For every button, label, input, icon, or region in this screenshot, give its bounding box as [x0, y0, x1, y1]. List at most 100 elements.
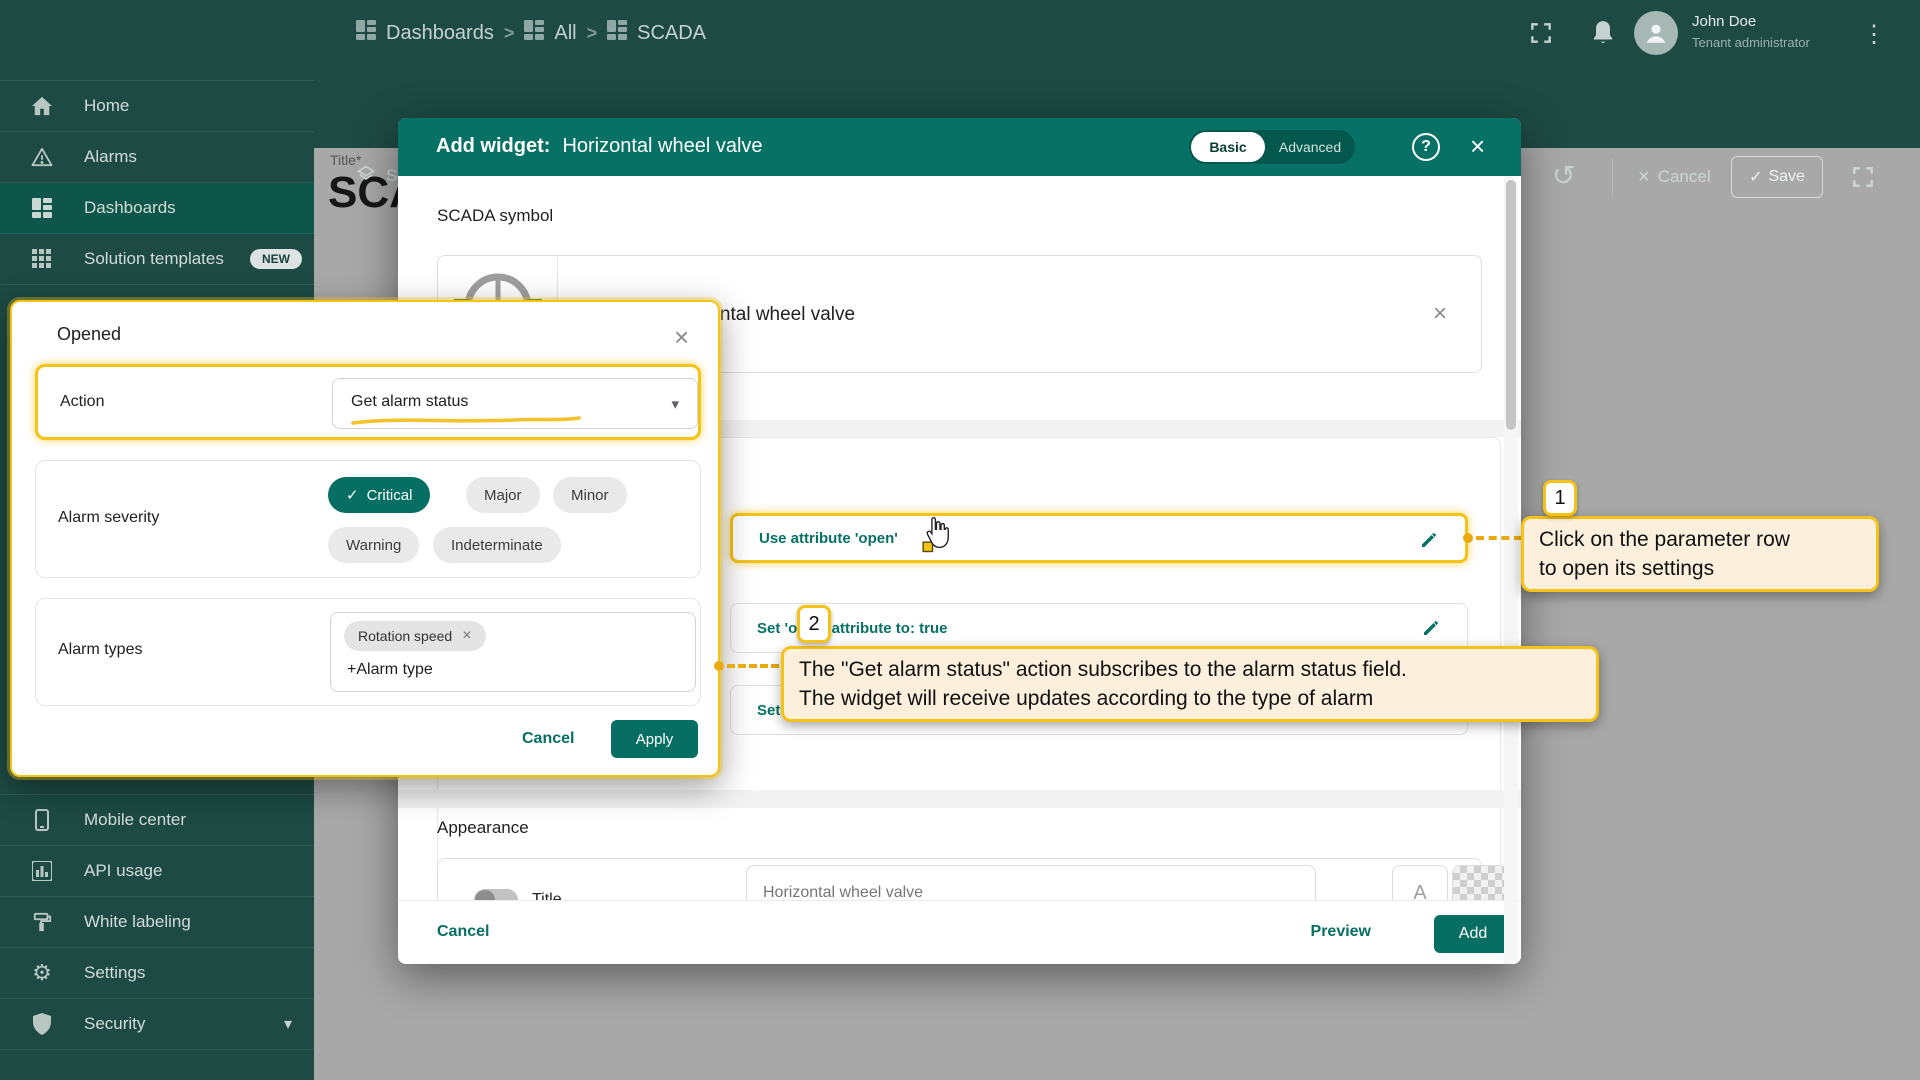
- severity-chip-major[interactable]: Major: [466, 477, 540, 513]
- fullscreen-icon[interactable]: [1528, 20, 1554, 51]
- tooltip-step-1: Click on the parameter row to open its s…: [1521, 516, 1879, 592]
- notifications-bell-icon[interactable]: [1590, 19, 1616, 52]
- home-icon: [0, 96, 84, 116]
- sidebar-item-security[interactable]: Security ▾: [0, 999, 314, 1050]
- modal-widget-name: Horizontal wheel valve: [562, 135, 762, 158]
- sidebar-item-white-labeling[interactable]: White labeling: [0, 897, 314, 948]
- sidebar-item-label: Dashboards: [84, 198, 176, 218]
- connector-dot-1: [1463, 533, 1473, 543]
- sidebar-item-label: Home: [84, 96, 129, 116]
- modal-cancel-button[interactable]: Cancel: [437, 923, 489, 941]
- section-divider-band-2: [398, 790, 1521, 808]
- connector-dash-1: [1476, 536, 1522, 540]
- param-row-label: Use attribute 'open': [759, 530, 898, 547]
- action-value: Get alarm status: [351, 393, 468, 411]
- modal-header: Add widget: Horizontal wheel valve Basic…: [398, 118, 1521, 176]
- alarm-type-chip[interactable]: Rotation speed ×: [344, 621, 486, 651]
- save-button[interactable]: ✓ Save: [1731, 156, 1823, 198]
- severity-chip-warning[interactable]: Warning: [328, 527, 419, 563]
- sidebar-item-api-usage[interactable]: API usage: [0, 846, 314, 897]
- toolbar-fullscreen-icon[interactable]: [1850, 164, 1876, 195]
- remove-chip-icon[interactable]: ×: [462, 627, 471, 645]
- alarm-types-input[interactable]: Rotation speed × +Alarm type: [330, 612, 696, 692]
- sidebar-item-solution-templates[interactable]: Solution templates NEW: [0, 234, 314, 285]
- step-2-badge: 2: [797, 605, 831, 643]
- new-badge: NEW: [250, 249, 302, 269]
- sidebar-item-label: Settings: [84, 963, 145, 983]
- chip-label: Major: [484, 487, 522, 504]
- sidebar-item-label: Alarms: [84, 147, 137, 167]
- settings-gear-icon: ⚙: [0, 960, 84, 986]
- solution-templates-icon: [0, 249, 84, 269]
- remove-symbol-icon[interactable]: ×: [1433, 300, 1447, 328]
- chip-label: Critical: [367, 487, 413, 504]
- breadcrumb-scada[interactable]: SCADA: [637, 22, 706, 45]
- toggle-advanced[interactable]: Advanced: [1267, 130, 1353, 164]
- breadcrumb-separator: >: [504, 23, 515, 44]
- kebab-menu-icon[interactable]: ⋮: [1862, 20, 1886, 49]
- sidebar-item-label: API usage: [84, 861, 162, 881]
- apply-button[interactable]: Apply: [611, 720, 698, 758]
- alarm-severity-label: Alarm severity: [58, 509, 159, 527]
- severity-chip-critical[interactable]: ✓ Critical: [328, 477, 430, 513]
- dialog-cancel-button[interactable]: Cancel: [522, 730, 574, 748]
- sidebar-item-dashboards[interactable]: Dashboards: [0, 183, 314, 234]
- toggle-basic[interactable]: Basic: [1191, 132, 1265, 162]
- tooltip-line: The widget will receive updates accordin…: [799, 684, 1581, 713]
- breadcrumb-dashboards[interactable]: Dashboards: [386, 22, 494, 45]
- modal-close-icon[interactable]: ×: [1470, 133, 1485, 159]
- states-icon: [356, 164, 376, 189]
- action-label: Action: [60, 393, 104, 411]
- select-caret-icon: ▾: [671, 395, 679, 413]
- alarm-type-placeholder: +Alarm type: [347, 661, 433, 679]
- sidebar-item-mobile-center[interactable]: Mobile center: [0, 795, 314, 846]
- severity-chip-minor[interactable]: Minor: [553, 477, 627, 513]
- action-select[interactable]: Get alarm status ▾: [332, 378, 698, 429]
- sidebar-item-label: White labeling: [84, 912, 191, 932]
- sidebar-item-alarms[interactable]: Alarms: [0, 132, 314, 183]
- toolbar-cancel-button[interactable]: × Cancel: [1638, 155, 1711, 199]
- edit-pencil-icon[interactable]: [1419, 530, 1439, 555]
- tooltip-line: The "Get alarm status" action subscribes…: [799, 655, 1581, 684]
- chip-label: Indeterminate: [451, 537, 543, 554]
- chip-label: Minor: [571, 487, 609, 504]
- opened-action-dialog: Opened × Action Get alarm status ▾ Alarm…: [10, 300, 720, 777]
- param-row-use-attribute-open[interactable]: Use attribute 'open': [730, 513, 1468, 563]
- edit-pencil-icon[interactable]: [1421, 618, 1441, 643]
- dialog-title: Opened: [57, 324, 121, 345]
- tooltip-line: Click on the parameter row: [1539, 525, 1861, 554]
- scada-symbol-section-label: SCADA symbol: [437, 206, 553, 226]
- sidebar-item-settings[interactable]: ⚙ Settings: [0, 948, 314, 999]
- action-field-group: Action Get alarm status ▾: [35, 364, 701, 440]
- check-icon: ✓: [346, 486, 359, 504]
- toolbar-cancel-label: Cancel: [1658, 167, 1711, 187]
- dialog-close-icon[interactable]: ×: [674, 322, 689, 353]
- chip-label: Rotation speed: [358, 628, 452, 644]
- hand-cursor-icon: [922, 515, 950, 558]
- chip-label: Warning: [346, 537, 401, 554]
- tooltip-line: to open its settings: [1539, 554, 1861, 583]
- breadcrumb: Dashboards > All > SCADA: [356, 0, 706, 66]
- basic-advanced-toggle[interactable]: Basic Advanced: [1189, 130, 1355, 164]
- avatar[interactable]: [1634, 11, 1678, 55]
- save-check-icon: ✓: [1749, 167, 1762, 187]
- dashboards-icon: [0, 198, 84, 218]
- breadcrumb-all[interactable]: All: [554, 22, 576, 45]
- severity-chip-indeterminate[interactable]: Indeterminate: [433, 527, 561, 563]
- highlight-underline: [349, 415, 584, 427]
- app-header: Dashboards > All > SCADA John Doe Tenant…: [0, 0, 1920, 66]
- modal-scrollbar-thumb[interactable]: [1506, 180, 1516, 430]
- help-icon[interactable]: ?: [1412, 133, 1440, 161]
- shield-icon: [0, 1013, 84, 1035]
- add-button[interactable]: Add: [1434, 915, 1512, 953]
- toolbar-divider-2: [1612, 158, 1613, 196]
- version-history-icon[interactable]: ↺: [1552, 159, 1575, 192]
- preview-button[interactable]: Preview: [1311, 923, 1371, 941]
- modal-title: Add widget: Horizontal wheel valve: [436, 135, 763, 158]
- sidebar-item-home[interactable]: Home: [0, 81, 314, 132]
- connector-dot-2: [714, 661, 724, 671]
- dashboard-icon: [607, 20, 627, 46]
- user-role: Tenant administrator: [1692, 35, 1810, 50]
- user-name: John Doe: [1692, 13, 1756, 30]
- cancel-x-icon: ×: [1638, 166, 1650, 189]
